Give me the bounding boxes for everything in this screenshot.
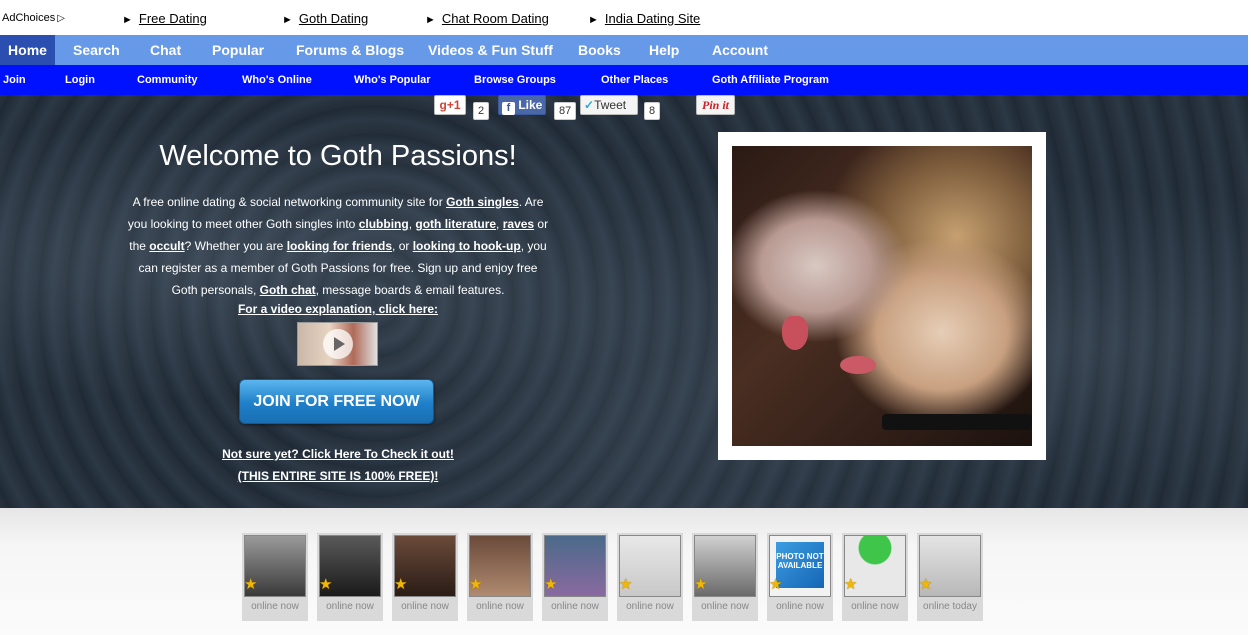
subnav-browse-groups[interactable]: Browse Groups: [474, 65, 556, 95]
play-arrow-icon: ►: [588, 14, 599, 26]
ad-links: ► Free Dating ► Goth Dating ► Chat Room Dat…: [74, 9, 718, 28]
star-icon: ★: [694, 576, 708, 593]
nav-chat[interactable]: Chat: [150, 35, 181, 65]
video-explanation-link[interactable]: For a video explanation, click here:: [0, 302, 676, 316]
subnav-whos-online[interactable]: Who's Online: [242, 65, 312, 95]
member-status: online now: [776, 601, 824, 612]
link-looking-for-friends[interactable]: looking for friends: [287, 239, 392, 253]
link-raves[interactable]: raves: [503, 217, 534, 231]
adchoices-text[interactable]: AdChoices: [2, 12, 55, 24]
member-thumb[interactable]: ★ online now: [542, 533, 608, 621]
star-icon: ★: [319, 576, 333, 593]
member-thumb[interactable]: ★ online now: [692, 533, 758, 621]
tweet-button[interactable]: ✓Tweet: [580, 95, 638, 115]
member-thumb[interactable]: ★ online today: [917, 533, 983, 621]
link-goth-chat[interactable]: Goth chat: [260, 283, 316, 297]
featured-photo: [732, 146, 1032, 446]
link-looking-to-hookup[interactable]: looking to hook-up: [413, 239, 521, 253]
join-free-button[interactable]: JOIN FOR FREE NOW: [239, 379, 434, 424]
member-thumb[interactable]: ★ online now: [392, 533, 458, 621]
nav-help[interactable]: Help: [649, 35, 679, 65]
nav-books[interactable]: Books: [578, 35, 621, 65]
nav-home[interactable]: Home: [0, 35, 55, 65]
member-thumb[interactable]: PHOTO NOT AVAILABLE ★ online now: [767, 533, 833, 621]
member-thumb[interactable]: ★ online now: [242, 533, 308, 621]
member-thumb[interactable]: ★ online now: [617, 533, 683, 621]
free-site-note[interactable]: (THIS ENTIRE SITE IS 100% FREE)!: [0, 469, 676, 483]
member-status: online now: [476, 601, 524, 612]
play-arrow-icon: ►: [425, 14, 436, 26]
star-icon: ★: [244, 576, 258, 593]
member-status: online now: [251, 601, 299, 612]
subnav-other-places[interactable]: Other Places: [601, 65, 668, 95]
star-icon: ★: [469, 576, 483, 593]
google-plus-count: 2: [473, 102, 490, 120]
member-status: online now: [626, 601, 674, 612]
star-icon: ★: [844, 576, 858, 593]
link-occult[interactable]: occult: [149, 239, 184, 253]
nav-popular[interactable]: Popular: [212, 35, 264, 65]
sub-nav: Join Login Community Who's Online Who's …: [0, 65, 1248, 95]
google-plus-icon: g: [439, 98, 447, 112]
tweet-count: 8: [644, 102, 661, 120]
ad-link-goth-dating[interactable]: ► Goth Dating: [282, 11, 368, 26]
facebook-like-count: 87: [554, 102, 577, 120]
star-icon: ★: [394, 576, 408, 593]
featured-photo-frame: [718, 132, 1046, 460]
play-icon: [323, 329, 353, 359]
check-it-out-link[interactable]: Not sure yet? Click Here To Check it out…: [0, 447, 676, 461]
subnav-whos-popular[interactable]: Who's Popular: [354, 65, 431, 95]
subnav-goth-affiliate[interactable]: Goth Affiliate Program: [712, 65, 829, 95]
star-icon: ★: [769, 576, 783, 593]
main-nav: Home Search Chat Popular Forums & Blogs …: [0, 35, 1248, 65]
member-thumb[interactable]: ★ online now: [317, 533, 383, 621]
facebook-icon: f: [502, 102, 515, 115]
member-status: online now: [326, 601, 374, 612]
hero-section: g+1 2 f Like 87 ✓Tweet 8 Pin it Welcome …: [0, 95, 1248, 508]
adchoices-icon[interactable]: ▷: [57, 13, 65, 24]
link-goth-literature[interactable]: goth literature: [415, 217, 496, 231]
member-status: online now: [851, 601, 899, 612]
member-status: online today: [923, 601, 977, 612]
subnav-join[interactable]: Join: [3, 65, 26, 95]
online-members-strip: ★ online now ★ online now ★ online now ★…: [0, 508, 1248, 635]
member-status: online now: [551, 601, 599, 612]
pinit-button[interactable]: Pin it: [696, 95, 735, 115]
nav-account[interactable]: Account: [712, 35, 768, 65]
video-thumbnail[interactable]: [297, 322, 378, 366]
ad-link-india-dating[interactable]: ► India Dating Site: [588, 11, 700, 26]
google-plus-button[interactable]: g+1: [434, 95, 466, 115]
member-thumb[interactable]: ★ online now: [467, 533, 533, 621]
member-status: online now: [701, 601, 749, 612]
page-title: Welcome to Goth Passions!: [159, 140, 517, 172]
member-thumb[interactable]: ★ online now: [842, 533, 908, 621]
photo-not-available-placeholder: PHOTO NOT AVAILABLE: [776, 542, 824, 588]
ad-bar: AdChoices ▷ ► Free Dating ► Goth Dating ► Ch…: [0, 0, 1251, 35]
nav-videos-fun[interactable]: Videos & Fun Stuff: [428, 35, 553, 65]
facebook-like-button[interactable]: f Like: [498, 95, 546, 115]
play-arrow-icon: ►: [122, 14, 133, 26]
adchoices-label[interactable]: AdChoices ▷: [2, 12, 65, 24]
ad-link-chat-room-dating[interactable]: ► Chat Room Dating: [425, 11, 549, 26]
star-icon: ★: [919, 576, 933, 593]
link-goth-singles[interactable]: Goth singles: [446, 195, 519, 209]
star-icon: ★: [619, 576, 633, 593]
member-status: online now: [401, 601, 449, 612]
ad-link-free-dating[interactable]: ► Free Dating: [122, 11, 207, 26]
nav-search[interactable]: Search: [73, 35, 120, 65]
intro-text: A free online dating & social networking…: [127, 195, 549, 297]
play-arrow-icon: ►: [282, 14, 293, 26]
nav-forums-blogs[interactable]: Forums & Blogs: [296, 35, 404, 65]
subnav-login[interactable]: Login: [65, 65, 95, 95]
twitter-icon: ✓: [584, 98, 595, 112]
link-clubbing[interactable]: clubbing: [359, 217, 409, 231]
star-icon: ★: [544, 576, 558, 593]
subnav-community[interactable]: Community: [137, 65, 198, 95]
